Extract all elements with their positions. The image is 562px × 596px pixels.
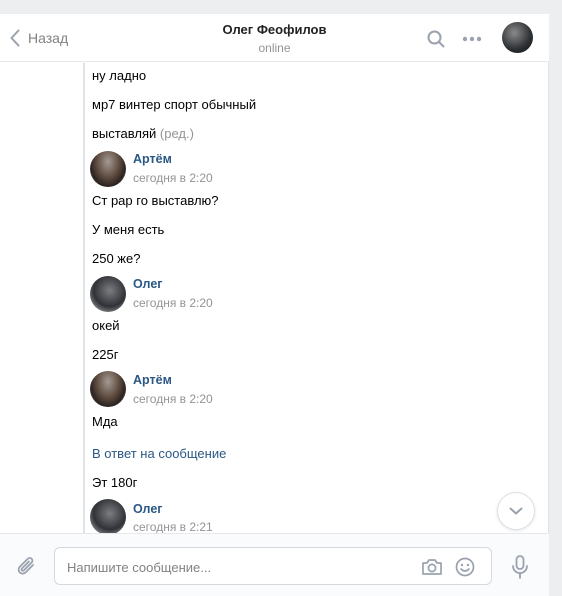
message-time[interactable]: сегодня в 2:21 — [133, 520, 213, 533]
chevron-left-icon — [10, 29, 20, 47]
message-text: мр7 винтер спорт обычный — [92, 97, 257, 112]
microphone-icon — [512, 555, 528, 579]
search-icon — [427, 30, 445, 48]
message-text: 250 же? — [92, 251, 141, 266]
attach-button[interactable] — [14, 554, 40, 580]
message-group-line — [83, 63, 85, 533]
chat-header: Назад Олег Феофилов online — [0, 14, 549, 62]
message-input-box[interactable] — [54, 547, 492, 585]
camera-button[interactable] — [421, 556, 443, 578]
avatar[interactable] — [90, 276, 126, 312]
chat-window: Назад Олег Феофилов online ну ладно мр7 … — [0, 14, 549, 596]
message-time[interactable]: сегодня в 2:20 — [133, 296, 213, 310]
message-text: У меня есть — [92, 222, 165, 237]
message-text: Эт 180г — [92, 475, 138, 490]
author-name[interactable]: Артём — [133, 373, 172, 387]
smile-icon — [455, 557, 475, 577]
voice-message-button[interactable] — [508, 554, 532, 580]
more-button[interactable] — [461, 28, 483, 50]
author-name[interactable]: Олег — [133, 502, 163, 516]
avatar[interactable] — [90, 151, 126, 187]
message-input[interactable] — [67, 557, 407, 577]
emoji-button[interactable] — [454, 556, 476, 578]
message-text: выставляй (ред.) — [92, 126, 194, 141]
edited-label: (ред.) — [159, 126, 194, 141]
message-text: Мда — [92, 414, 118, 429]
chevron-down-icon — [509, 507, 523, 515]
message-time[interactable]: сегодня в 2:20 — [133, 392, 213, 406]
avatar[interactable] — [90, 499, 126, 533]
paperclip-icon — [17, 557, 34, 575]
reply-link[interactable]: В ответ на сообщение — [92, 446, 226, 461]
back-label: Назад — [28, 30, 69, 46]
message-text: 225г — [92, 347, 119, 362]
camera-icon — [422, 559, 442, 575]
message-history[interactable]: ну ладно мр7 винтер спорт обычный выстав… — [0, 63, 549, 533]
scroll-down-button[interactable] — [497, 492, 535, 530]
contact-avatar[interactable] — [502, 22, 533, 53]
message-body: выставляй — [92, 126, 157, 141]
message-text: ну ладно — [92, 68, 147, 83]
avatar[interactable] — [90, 371, 126, 407]
search-button[interactable] — [425, 28, 447, 50]
back-button[interactable]: Назад — [10, 26, 68, 50]
message-text: окей — [92, 318, 120, 333]
message-composer — [0, 533, 549, 596]
more-icon — [462, 36, 482, 42]
author-name[interactable]: Артём — [133, 152, 172, 166]
message-time[interactable]: сегодня в 2:20 — [133, 171, 213, 185]
author-name[interactable]: Олег — [133, 277, 163, 291]
message-text: Ст рар го выставлю? — [92, 193, 219, 208]
